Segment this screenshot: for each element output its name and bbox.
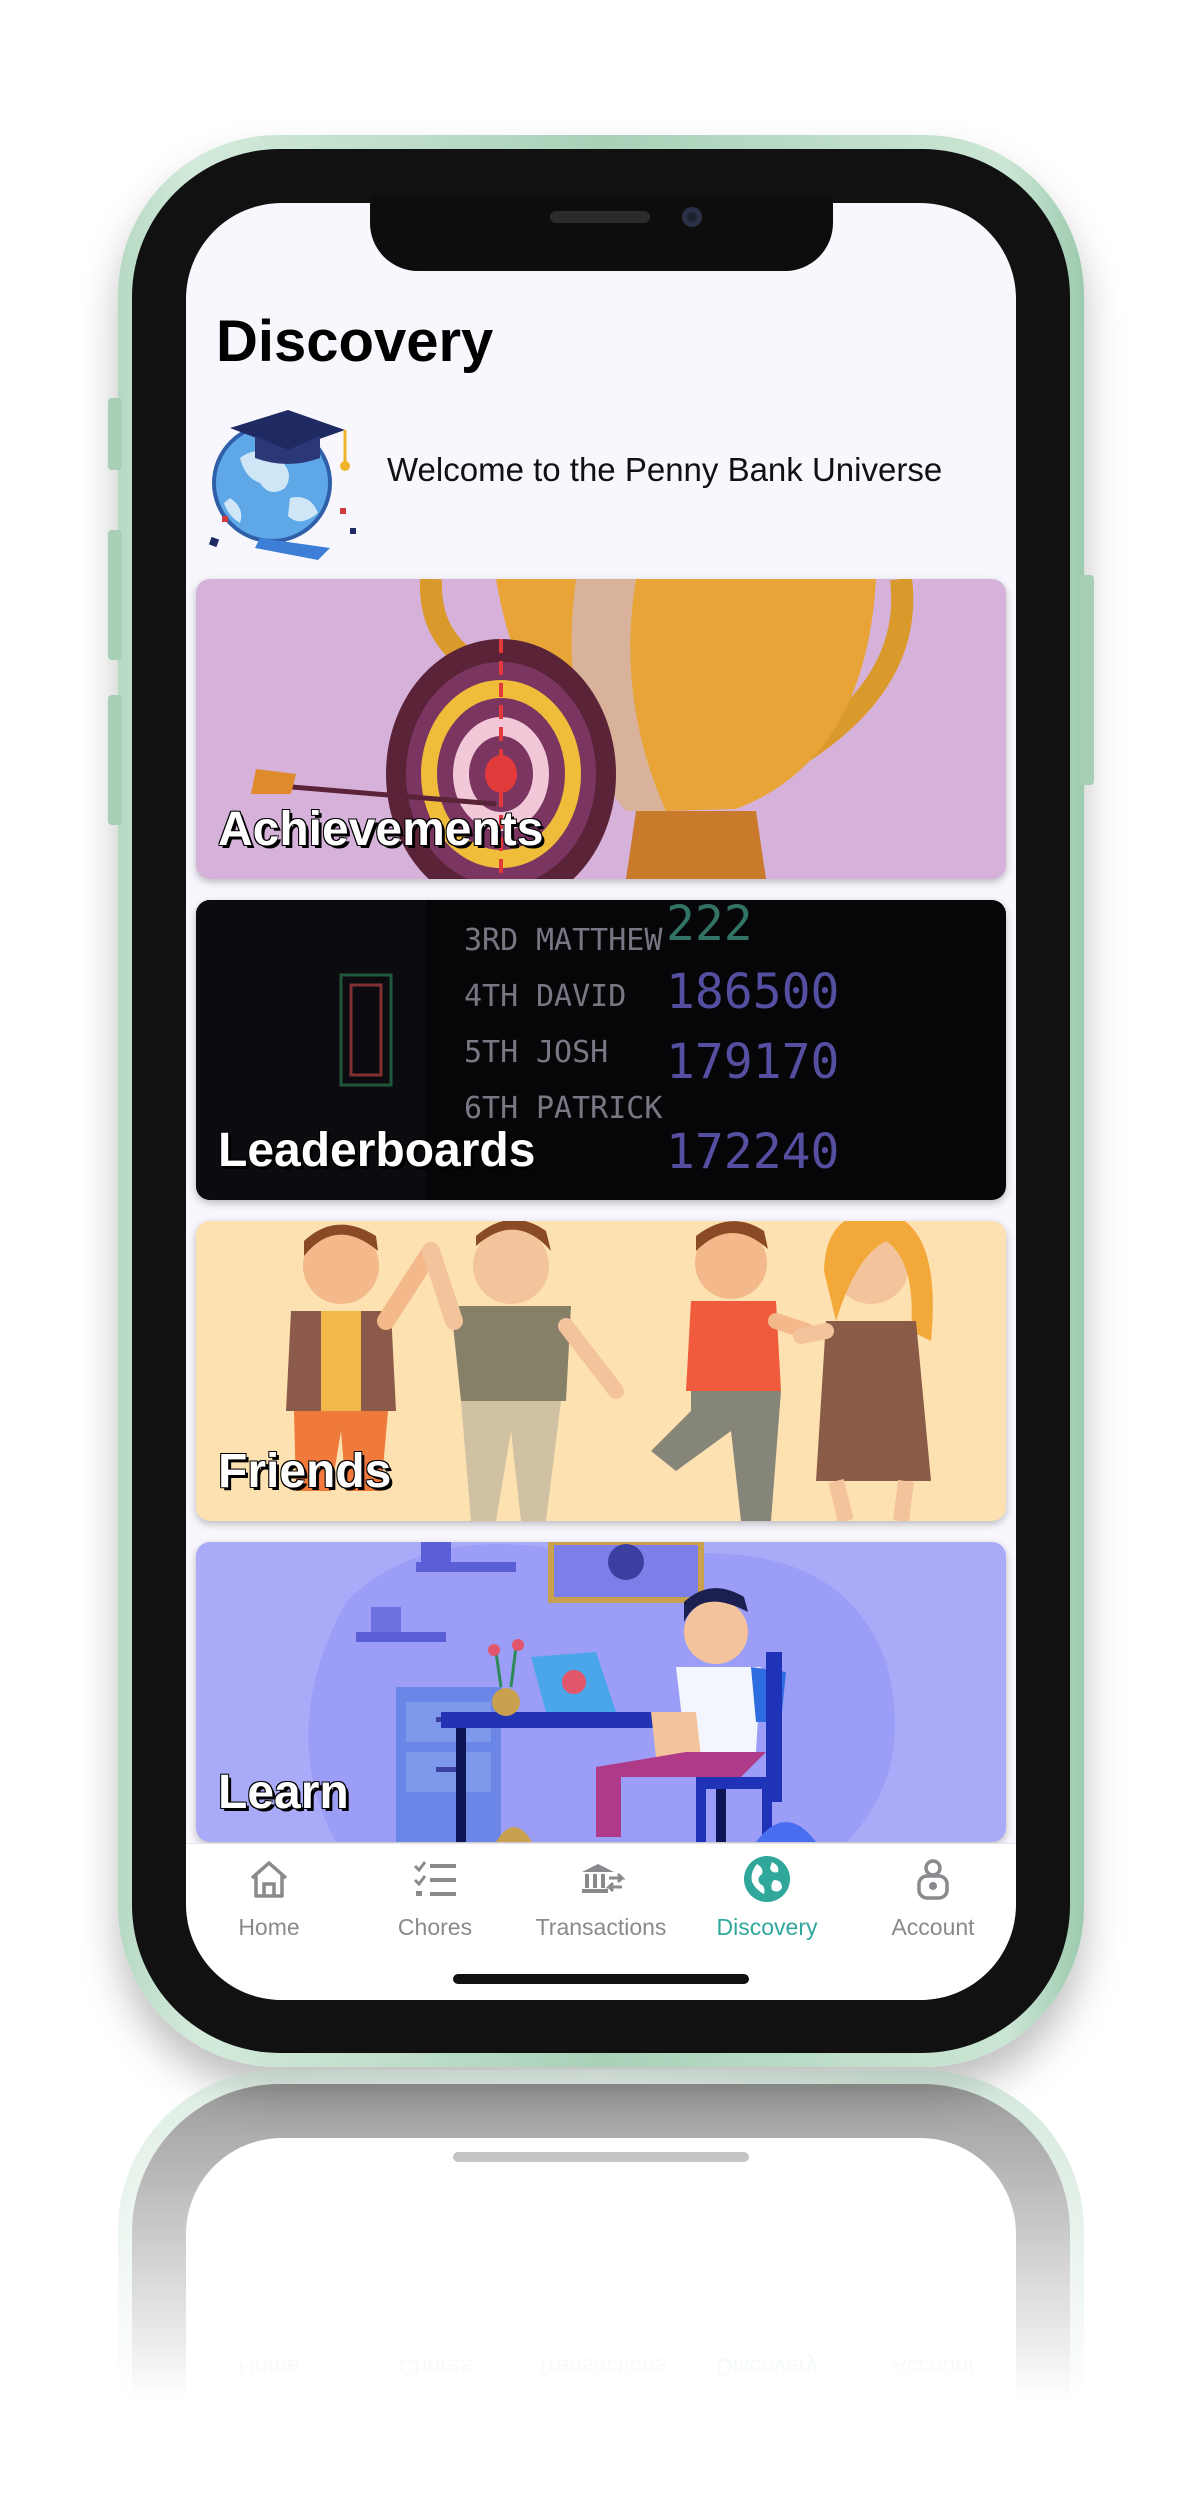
- leaderboard-score-4: 186500: [666, 964, 839, 1020]
- leaderboard-name-4: DAVID: [536, 979, 626, 1014]
- phone-reflection: Home Chores Transactions Discovery Accou…: [118, 2070, 1084, 2400]
- reflection-home-label: Home: [238, 2354, 300, 2380]
- leaderboard-score-5: 179170: [666, 1034, 839, 1090]
- power-button: [1080, 575, 1094, 785]
- card-friends-label: Friends: [218, 1445, 392, 1498]
- tab-home[interactable]: Home: [186, 1844, 352, 1954]
- leaderboard-name-5: JOSH: [536, 1035, 608, 1070]
- reflection-chores-label: Chores: [397, 2354, 473, 2380]
- volume-down-button: [108, 695, 122, 825]
- card-achievements[interactable]: Achievements: [196, 579, 1006, 879]
- bottom-tab-bar: Home Chores Transactions Discovery Accou…: [186, 1843, 1016, 2000]
- globe-icon: [744, 1856, 790, 1902]
- front-camera: [682, 207, 702, 227]
- app-screen: Discovery Welcome to the Penny Bank Univ…: [186, 203, 1016, 2000]
- leaderboard-name-6: PATRICK: [536, 1091, 662, 1126]
- graduation-globe-icon: [208, 410, 356, 560]
- leaderboard-name-3: MATTHEW: [536, 923, 663, 958]
- home-indicator[interactable]: [453, 1974, 749, 1984]
- tab-transactions[interactable]: Transactions: [518, 1844, 684, 1954]
- card-leaderboards-label: Leaderboards: [218, 1124, 536, 1177]
- card-learn-label: Learn: [218, 1766, 349, 1819]
- reflection-transactions-label: Transactions: [535, 2354, 667, 2380]
- page-title: Discovery: [216, 309, 494, 374]
- checklist-icon: [413, 1861, 456, 1896]
- leaderboard-rank-3: 3RD: [464, 923, 518, 958]
- tab-account-label: Account: [891, 1914, 975, 1940]
- tab-chores[interactable]: Chores: [352, 1844, 518, 1954]
- card-achievements-label: Achievements: [218, 803, 544, 856]
- card-learn[interactable]: Learn: [196, 1542, 1006, 1842]
- transfer-icon: [582, 1864, 626, 1893]
- reflection-discovery-label: Discovery: [716, 2354, 818, 2380]
- svg-text:222: 222: [666, 900, 753, 952]
- tab-discovery[interactable]: Discovery: [684, 1844, 850, 1954]
- leaderboard-rank-6: 6TH: [464, 1091, 518, 1126]
- tab-home-label: Home: [238, 1914, 300, 1940]
- card-leaderboards[interactable]: 3RD MATTHEW 4TH DAVID 5TH JOSH 6TH PATRI…: [196, 900, 1006, 1200]
- user-icon: [917, 1859, 949, 1900]
- silent-switch: [108, 398, 122, 470]
- leaderboard-rank-5: 5TH: [464, 1035, 518, 1070]
- volume-up-button: [108, 530, 122, 660]
- speaker-grille: [550, 211, 650, 223]
- card-friends[interactable]: Friends: [196, 1221, 1006, 1521]
- tab-transactions-label: Transactions: [535, 1914, 667, 1940]
- phone-notch: [370, 195, 833, 271]
- reflection-account-label: Account: [891, 2354, 975, 2380]
- welcome-text: Welcome to the Penny Bank Universe: [387, 451, 943, 488]
- home-icon: [250, 1861, 288, 1898]
- tab-account[interactable]: Account: [850, 1844, 1016, 1954]
- tab-chores-label: Chores: [397, 1914, 473, 1940]
- tab-discovery-label: Discovery: [716, 1914, 818, 1940]
- leaderboard-score-6: 172240: [666, 1124, 839, 1180]
- leaderboard-rank-4: 4TH: [464, 979, 518, 1014]
